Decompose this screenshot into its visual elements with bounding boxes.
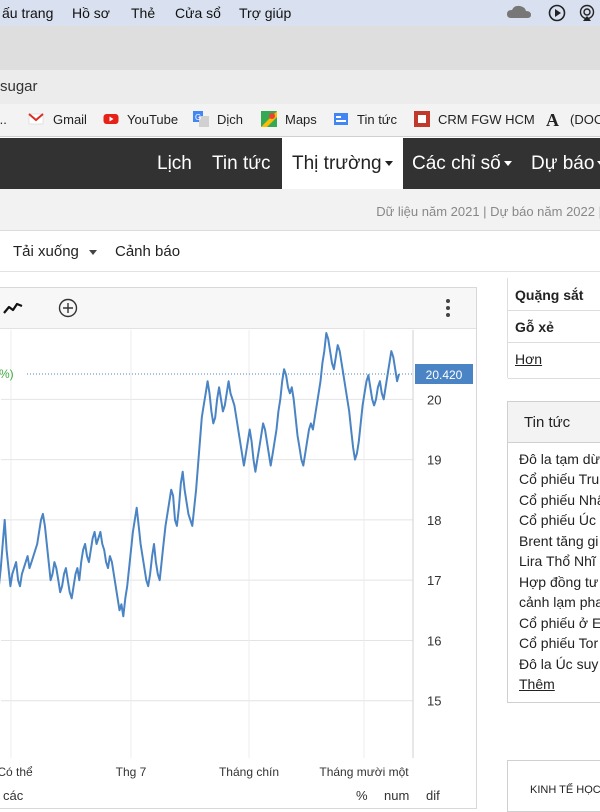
nav-markets[interactable]: Thị trường <box>282 138 403 189</box>
nav-markets-label: Thị trường <box>292 153 382 174</box>
nav-news[interactable]: Tin tức <box>212 138 270 189</box>
price-chart-panel: 15 16 17 18 19 20 Có thể Thg 7 Tháng chín Tháng m… <box>0 287 477 809</box>
address-text[interactable]: sugar <box>0 78 38 95</box>
x-tick-label: Có thể <box>0 765 33 779</box>
gmail-icon <box>28 113 44 125</box>
bookmark-translate[interactable]: Dịch <box>217 112 243 127</box>
column-header: num <box>384 788 410 803</box>
data-info-bar: Dữ liệu năm 2021 | Dự báo năm 2022 | <box>0 189 600 231</box>
crm-icon <box>414 111 430 127</box>
svg-text:G: G <box>195 113 201 122</box>
nav-indicators[interactable]: Các chỉ số <box>412 138 512 189</box>
y-tick-label: 16 <box>427 633 441 648</box>
bookmark-gmail[interactable]: Gmail <box>53 112 87 127</box>
alert-button[interactable]: Cảnh báo <box>115 243 180 260</box>
menu-tabs[interactable]: Thẻ <box>131 5 155 21</box>
menu-bookmarks[interactable]: ấu trang <box>2 5 53 21</box>
airplay-audio-icon[interactable] <box>578 4 596 22</box>
news-item[interactable]: Brent tăng gi <box>519 533 598 549</box>
line-chart[interactable]: 15 16 17 18 19 20 Có thể Thg 7 Tháng chín Tháng m… <box>0 288 476 808</box>
menu-profiles[interactable]: Hồ sơ <box>72 5 110 21</box>
column-header: các <box>3 788 24 803</box>
data-forecast-note: Dữ liệu năm 2021 | Dự báo năm 2022 | <box>376 204 600 219</box>
menu-help[interactable]: Trợ giúp <box>239 5 291 21</box>
news-item[interactable]: Lira Thổ Nhĩ <box>519 553 596 569</box>
address-bar[interactable]: sugar <box>0 70 600 105</box>
download-button[interactable]: Tải xuống <box>13 243 98 260</box>
economics-panel: KINH TẾ HỌC <box>507 760 600 812</box>
bookmarks-bar: ... Gmail YouTube G Dịch Maps Tin tức CR… <box>0 104 600 137</box>
economics-title: KINH TẾ HỌC <box>530 784 600 796</box>
commodity-table: Quặng sắt Gỗ xẻ Hơn <box>507 278 600 379</box>
more-commodities-link[interactable]: Hơn <box>515 351 542 367</box>
news-item[interactable]: Đô la tạm dừ <box>519 451 600 467</box>
bookmark-maps[interactable]: Maps <box>285 112 317 127</box>
bookmark-youtube[interactable]: YouTube <box>127 112 178 127</box>
font-a-icon: A <box>546 110 559 130</box>
y-tick-label: 17 <box>427 573 441 588</box>
download-label: Tải xuống <box>13 243 79 260</box>
table-row[interactable]: Gỗ xẻ <box>508 310 600 343</box>
nav-indicators-label: Các chỉ số <box>412 153 501 174</box>
y-tick-label: 19 <box>427 453 441 468</box>
nav-calendar[interactable]: Lịch <box>157 138 192 189</box>
maps-icon <box>261 111 277 127</box>
table-row[interactable]: Hơn <box>508 342 600 379</box>
chevron-down-icon <box>89 249 98 255</box>
nav-forecast-label: Dự báo <box>531 153 595 174</box>
news-item[interactable]: Cổ phiếu Tor <box>519 635 598 651</box>
more-news-link[interactable]: Thêm <box>519 676 555 692</box>
news-item[interactable]: Hợp đồng tư <box>519 574 598 590</box>
chart-toolbar: Tải xuống Cảnh báo <box>0 231 600 272</box>
y-tick-label: 15 <box>427 694 441 709</box>
menu-window[interactable]: Cửa sổ <box>175 5 221 21</box>
system-menu-bar: ấu trang Hồ sơ Thẻ Cửa sổ Trợ giúp <box>0 0 600 26</box>
bookmark-overflow[interactable]: ... <box>0 112 7 127</box>
news-item[interactable]: Cổ phiếu Tru <box>519 471 599 487</box>
site-navigation: Lịch Tin tức Thị trường Các chỉ số Dự bá… <box>0 138 600 189</box>
current-value-text: 20.420 <box>426 368 463 382</box>
news-item[interactable]: Đô la Úc suy <box>519 656 598 672</box>
youtube-icon <box>103 114 119 124</box>
table-row[interactable]: Quặng sắt <box>508 278 600 311</box>
bookmark-doc[interactable]: (DOC <box>570 112 600 127</box>
news-panel-header: Tin tức <box>508 402 600 443</box>
x-tick-label: Tháng chín <box>219 765 279 779</box>
translate-icon: G <box>193 111 209 127</box>
bookmark-news[interactable]: Tin tức <box>357 112 397 127</box>
bookmark-crm[interactable]: CRM FGW HCM <box>438 112 535 127</box>
news-item[interactable]: Cổ phiếu Úc <box>519 512 596 528</box>
y-tick-label: 20 <box>427 392 441 407</box>
news-panel: Tin tức Đô la tạm dừ Cổ phiếu Tru Cổ phi… <box>507 401 600 703</box>
cloud-icon[interactable] <box>506 4 532 20</box>
x-tick-label: Tháng mười một <box>319 765 409 779</box>
commodity-iron-ore[interactable]: Quặng sắt <box>515 287 583 303</box>
chevron-down-icon <box>384 161 393 167</box>
news-title: Tin tức <box>524 414 571 431</box>
x-tick-label: Thg 7 <box>116 765 147 779</box>
browser-tab-strip <box>0 26 600 70</box>
news-icon <box>334 113 348 125</box>
series-line <box>0 332 400 618</box>
news-item[interactable]: cảnh lạm pha <box>519 594 600 610</box>
news-item[interactable]: Cổ phiếu Nhậ <box>519 492 600 508</box>
chevron-down-icon <box>503 161 512 167</box>
play-circle-icon[interactable] <box>548 4 566 22</box>
column-header: % <box>356 788 368 803</box>
y-tick-label: 18 <box>427 513 441 528</box>
news-item[interactable]: Cổ phiếu ở E <box>519 615 600 631</box>
nav-forecast[interactable]: Dự báo <box>531 138 600 189</box>
legend-partial-label: %) <box>0 367 14 381</box>
commodity-lumber[interactable]: Gỗ xẻ <box>515 319 554 335</box>
column-header: dif <box>426 788 440 803</box>
